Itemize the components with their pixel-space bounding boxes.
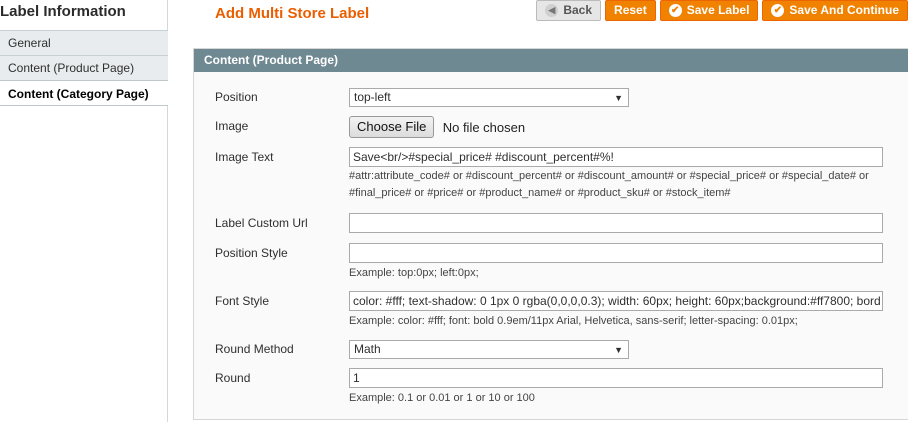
position-select[interactable]: top-left ▼ [349,88,629,107]
checkmark-icon: ✔ [668,4,682,17]
font-style-note: Example: color: #fff; font: bold 0.9em/1… [349,315,798,327]
back-arrow-icon: ◀ [545,4,559,17]
save-and-continue-button-label: Save And Continue [789,3,899,17]
action-buttons: ◀ Back Reset ✔ Save Label ✔ Save And Con… [536,0,908,21]
checkmark-icon: ✔ [771,4,785,17]
chevron-down-icon: ▼ [614,345,623,355]
font-style-label: Font Style [215,294,270,308]
round-method-select[interactable]: Math ▼ [349,340,629,359]
position-style-label: Position Style [215,246,288,260]
round-input[interactable]: 1 [349,368,883,388]
image-text-label: Image Text [215,150,274,164]
sidebar-tabs: General Content (Product Page) Content (… [0,30,168,106]
sidebar: Label Information General Content (Produ… [0,0,168,422]
back-button[interactable]: ◀ Back [536,0,602,21]
tab-content-category-page[interactable]: Content (Category Page) [0,80,168,106]
back-button-label: Back [563,3,593,17]
tab-general[interactable]: General [0,30,168,55]
save-and-continue-button[interactable]: ✔ Save And Continue [762,0,908,21]
chevron-down-icon: ▼ [614,93,623,103]
fieldset-header: Content (Product Page) [194,49,908,72]
position-label: Position [215,90,258,104]
image-text-note-1: #attr:attribute_code# or #discount_perce… [349,170,869,182]
custom-url-input[interactable] [349,213,883,233]
reset-button[interactable]: Reset [605,0,656,21]
position-select-value: top-left [354,90,391,104]
tab-content-product-page[interactable]: Content (Product Page) [0,55,168,80]
file-status: No file chosen [442,119,526,135]
page-title: Add Multi Store Label [215,5,370,22]
image-text-note-2: #final_price# or #price# or #product_nam… [349,187,731,199]
round-method-label: Round Method [215,342,294,356]
position-style-note: Example: top:0px; left:0px; [349,267,479,279]
image-text-input[interactable]: Save<br/>#special_price# #discount_perce… [349,147,883,167]
round-label: Round [215,371,251,385]
custom-url-label: Label Custom Url [215,216,308,230]
image-label: Image [215,119,249,133]
round-note: Example: 0.1 or 0.01 or 1 or 10 or 100 [349,392,535,404]
save-label-button-label: Save Label [686,3,750,17]
sidebar-title: Label Information [0,3,126,20]
content-fieldset: Content (Product Page) Position top-left… [193,48,908,420]
font-style-input[interactable]: color: #fff; text-shadow: 0 1px 0 rgba(0… [349,291,883,311]
choose-file-button[interactable]: Choose File [349,116,435,138]
save-label-button[interactable]: ✔ Save Label [659,0,759,21]
position-style-input[interactable] [349,243,883,263]
round-method-select-value: Math [354,342,381,356]
reset-button-label: Reset [614,3,647,17]
